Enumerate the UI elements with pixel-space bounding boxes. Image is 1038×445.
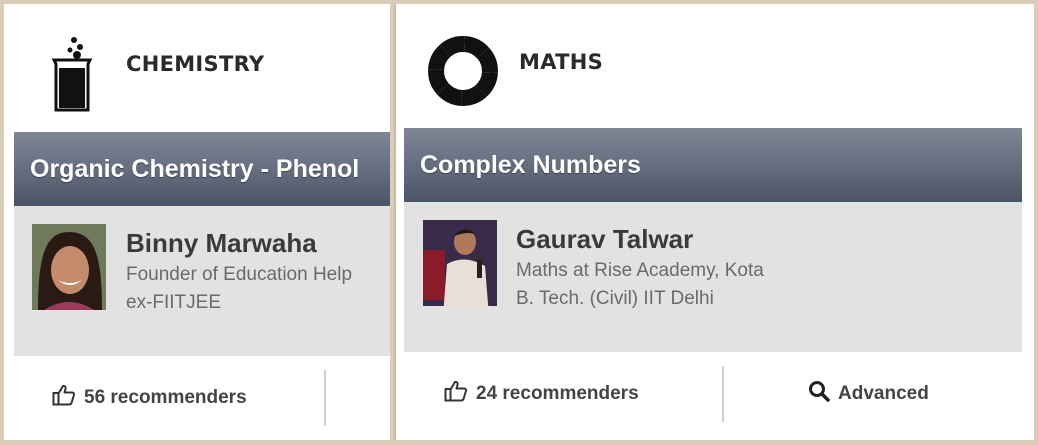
- subject-header: MATHS: [396, 4, 1034, 124]
- subject-title: CHEMISTRY: [126, 52, 265, 76]
- topic-title-bar[interactable]: Organic Chemistry - Phenol: [14, 132, 390, 206]
- course-cards-strip: CHEMISTRY Organic Chemistry - Phenol Bin…: [0, 0, 1038, 445]
- advanced-label: Advanced: [838, 383, 929, 404]
- author-credential: B. Tech. (Civil) IIT Delhi: [516, 288, 714, 309]
- recommenders-button[interactable]: 24 recommenders: [444, 380, 639, 408]
- author-avatar[interactable]: [423, 220, 497, 306]
- author-avatar[interactable]: [32, 224, 106, 310]
- recommenders-button[interactable]: 56 recommenders: [52, 384, 247, 412]
- author-panel: Binny Marwaha Founder of Education Help …: [14, 206, 390, 356]
- thumbs-up-icon: [52, 384, 76, 412]
- card-footer: 56 recommenders: [4, 356, 390, 440]
- course-card-chemistry[interactable]: CHEMISTRY Organic Chemistry - Phenol Bin…: [4, 4, 390, 440]
- author-name[interactable]: Binny Marwaha: [126, 228, 317, 259]
- topic-title[interactable]: Organic Chemistry - Phenol: [30, 155, 359, 184]
- course-card-maths[interactable]: MATHS Complex Numbers Gaurav Talwar Math…: [394, 4, 1034, 440]
- topic-title-bar[interactable]: Complex Numbers: [404, 128, 1022, 202]
- subject-title: MATHS: [519, 50, 604, 74]
- thumbs-up-icon: [444, 380, 468, 408]
- subject-header: CHEMISTRY: [4, 4, 390, 124]
- card-footer: 24 recommenders Advanced: [396, 352, 1034, 436]
- author-title: Founder of Education Help: [126, 264, 353, 285]
- beaker-icon: [44, 34, 100, 121]
- segmented-ring-icon: [426, 34, 500, 113]
- recommenders-count: 56 recommenders: [84, 387, 247, 408]
- topic-title[interactable]: Complex Numbers: [420, 151, 641, 180]
- advanced-search-button[interactable]: Advanced: [808, 380, 929, 408]
- author-credential: ex-FIITJEE: [126, 292, 222, 313]
- author-name[interactable]: Gaurav Talwar: [516, 224, 693, 255]
- footer-divider: [324, 370, 326, 426]
- search-icon: [808, 380, 830, 408]
- author-title: Maths at Rise Academy, Kota: [516, 260, 764, 281]
- footer-divider: [722, 366, 724, 422]
- author-panel: Gaurav Talwar Maths at Rise Academy, Kot…: [404, 202, 1022, 352]
- recommenders-count: 24 recommenders: [476, 383, 639, 404]
